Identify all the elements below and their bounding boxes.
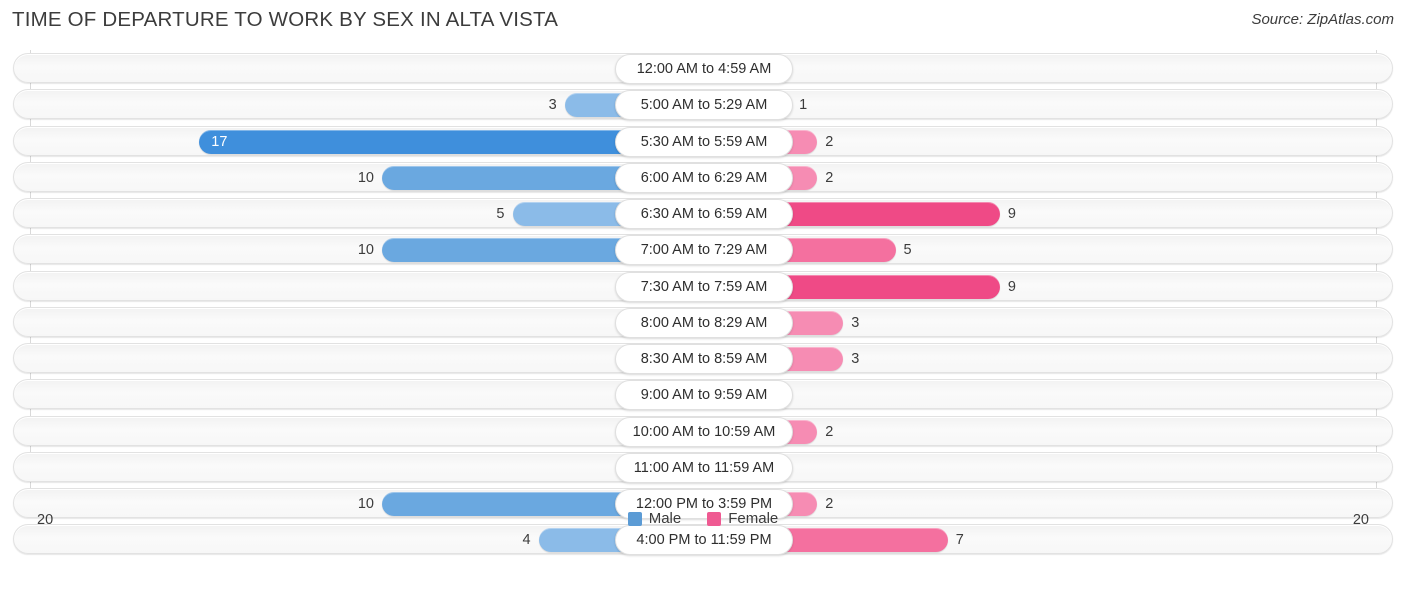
category-label-pill: 11:00 AM to 11:59 AM xyxy=(615,452,793,483)
bar-row[interactable]: 5 9 6:30 AM to 6:59 AM xyxy=(13,198,1393,229)
male-value-label: 10 xyxy=(357,169,374,186)
page-title: TIME OF DEPARTURE TO WORK BY SEX IN ALTA… xyxy=(12,8,559,31)
female-value-label: 1 xyxy=(799,97,808,114)
legend-swatch-female xyxy=(707,511,722,526)
chart-legend: Male Female xyxy=(0,510,1406,527)
female-value-label: 9 xyxy=(1007,206,1016,222)
male-value-label: 3 xyxy=(548,97,557,114)
female-value-label: 7 xyxy=(955,532,964,549)
category-label-pill: 7:00 AM to 7:29 AM xyxy=(615,235,793,266)
bar-row[interactable]: 0011:00 AM to 11:59 AM xyxy=(13,451,1393,483)
category-label-pill: 8:00 AM to 8:29 AM xyxy=(615,307,793,338)
female-value-label: 9 xyxy=(1007,278,1016,295)
category-label-pill: 4:00 PM to 11:59 PM xyxy=(615,525,793,556)
category-label-pill: 6:00 AM to 6:29 AM xyxy=(615,162,793,193)
male-value-label: 10 xyxy=(357,242,374,259)
bar-row[interactable]: 038:30 AM to 8:59 AM xyxy=(13,343,1393,374)
male-value-label: 5 xyxy=(496,206,505,222)
legend-swatch-male xyxy=(627,511,642,526)
category-label-pill: 9:00 AM to 9:59 AM xyxy=(615,380,793,411)
bar-row[interactable]: 10 2 6:00 AM to 6:29 AM xyxy=(13,161,1393,193)
chart-header: TIME OF DEPARTURE TO WORK BY SEX IN ALTA… xyxy=(0,0,1406,42)
category-label-pill: 5:00 AM to 5:29 AM xyxy=(615,90,793,121)
bar-row[interactable]: 3 1 5:00 AM to 5:29 AM xyxy=(13,89,1393,121)
category-label-pill: 8:30 AM to 8:59 AM xyxy=(615,344,793,374)
female-value-label: 2 xyxy=(825,133,834,150)
legend-label: Male xyxy=(648,510,682,527)
bar-row[interactable]: 0012:00 AM to 4:59 AM xyxy=(13,53,1393,84)
bar-row[interactable]: 009:00 AM to 9:59 AM xyxy=(13,379,1393,411)
bar-row[interactable]: 10 5 7:00 AM to 7:29 AM xyxy=(13,234,1393,266)
bar-row[interactable]: 0210:00 AM to 10:59 AM xyxy=(13,415,1393,447)
female-value-label: 3 xyxy=(851,314,860,331)
category-label-pill: 12:00 AM to 4:59 AM xyxy=(615,54,793,84)
female-value-label: 3 xyxy=(851,351,860,367)
female-value-label: 2 xyxy=(825,169,834,186)
male-value-label: 4 xyxy=(522,532,531,549)
male-value-label: 17 xyxy=(211,133,228,150)
category-label-pill: 7:30 AM to 7:59 AM xyxy=(615,271,793,302)
female-value-label: 2 xyxy=(825,423,834,440)
bar-row[interactable]: 17 2 5:30 AM to 5:59 AM xyxy=(13,125,1393,157)
bar-row[interactable]: 4 7 4:00 PM to 11:59 PM xyxy=(13,524,1393,556)
source-attribution: Source: ZipAtlas.com xyxy=(1251,11,1394,28)
chart-plot-area: 0012:00 AM to 4:59 AM 3 1 5:00 AM to 5:29 A… xyxy=(0,50,1406,556)
category-label-pill: 5:30 AM to 5:59 AM xyxy=(615,126,793,157)
legend-item[interactable]: Female xyxy=(707,510,778,527)
legend-label: Female xyxy=(728,510,779,527)
female-value-label: 5 xyxy=(903,242,912,259)
category-label-pill: 10:00 AM to 10:59 AM xyxy=(615,416,793,447)
legend-item[interactable]: Male xyxy=(627,510,682,527)
category-label-pill: 6:30 AM to 6:59 AM xyxy=(615,199,793,229)
bar-row[interactable]: 097:30 AM to 7:59 AM xyxy=(13,270,1393,302)
bar-row[interactable]: 038:00 AM to 8:29 AM xyxy=(13,306,1393,338)
